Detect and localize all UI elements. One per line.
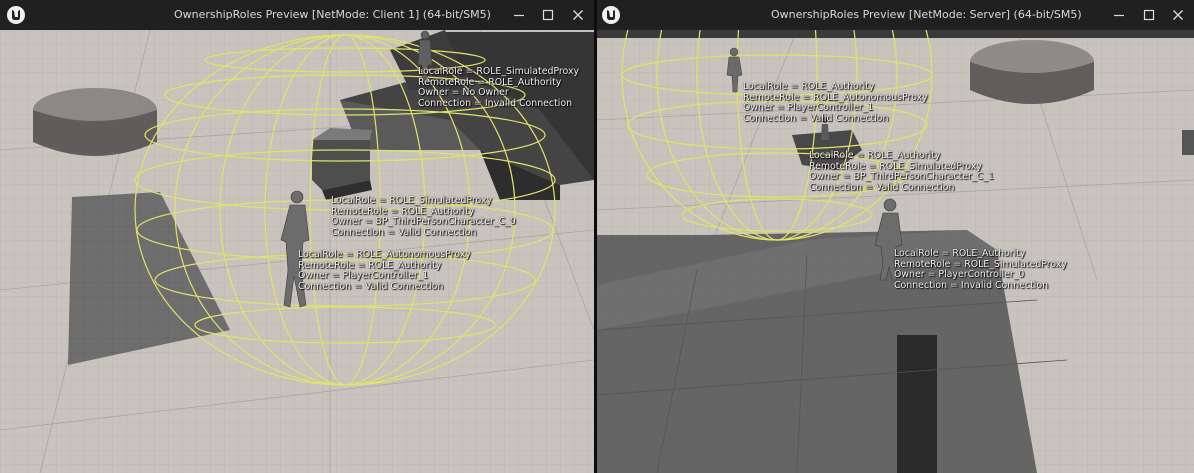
close-icon[interactable] bbox=[1169, 6, 1187, 24]
role-debug-label: LocalRole = ROLE_Authority RemoteRole = … bbox=[894, 248, 1067, 291]
server-titlebar[interactable]: OwnershipRoles Preview [NetMode: Server]… bbox=[597, 0, 1194, 30]
client-titlebar[interactable]: OwnershipRoles Preview [NetMode: Client … bbox=[0, 0, 594, 30]
unreal-logo-icon bbox=[7, 6, 25, 24]
dark-pillar bbox=[897, 335, 937, 473]
unreal-logo-icon bbox=[602, 6, 620, 24]
close-icon[interactable] bbox=[569, 6, 587, 24]
window-title: OwnershipRoles Preview [NetMode: Client … bbox=[174, 8, 491, 21]
client-viewport[interactable]: LocalRole = ROLE_SimulatedProxy RemoteRo… bbox=[0, 30, 594, 473]
minimize-icon[interactable] bbox=[510, 6, 528, 24]
minimize-icon[interactable] bbox=[1110, 6, 1128, 24]
role-debug-label: LocalRole = ROLE_SimulatedProxy RemoteRo… bbox=[418, 66, 580, 109]
client-window: OwnershipRoles Preview [NetMode: Client … bbox=[0, 0, 594, 473]
role-debug-label: LocalRole = ROLE_Authority RemoteRole = … bbox=[809, 150, 994, 193]
server-viewport[interactable]: LocalRole = ROLE_Authority RemoteRole = … bbox=[597, 30, 1194, 473]
window-title: OwnershipRoles Preview [NetMode: Server]… bbox=[771, 8, 1082, 21]
role-debug-label: LocalRole = ROLE_Authority RemoteRole = … bbox=[743, 81, 928, 124]
role-debug-label: LocalRole = ROLE_AutonomousProxy RemoteR… bbox=[298, 249, 471, 292]
maximize-icon[interactable] bbox=[1140, 6, 1158, 24]
maximize-icon[interactable] bbox=[539, 6, 557, 24]
server-window: OwnershipRoles Preview [NetMode: Server]… bbox=[597, 0, 1194, 473]
role-debug-label: LocalRole = ROLE_SimulatedProxy RemoteRo… bbox=[331, 195, 516, 238]
